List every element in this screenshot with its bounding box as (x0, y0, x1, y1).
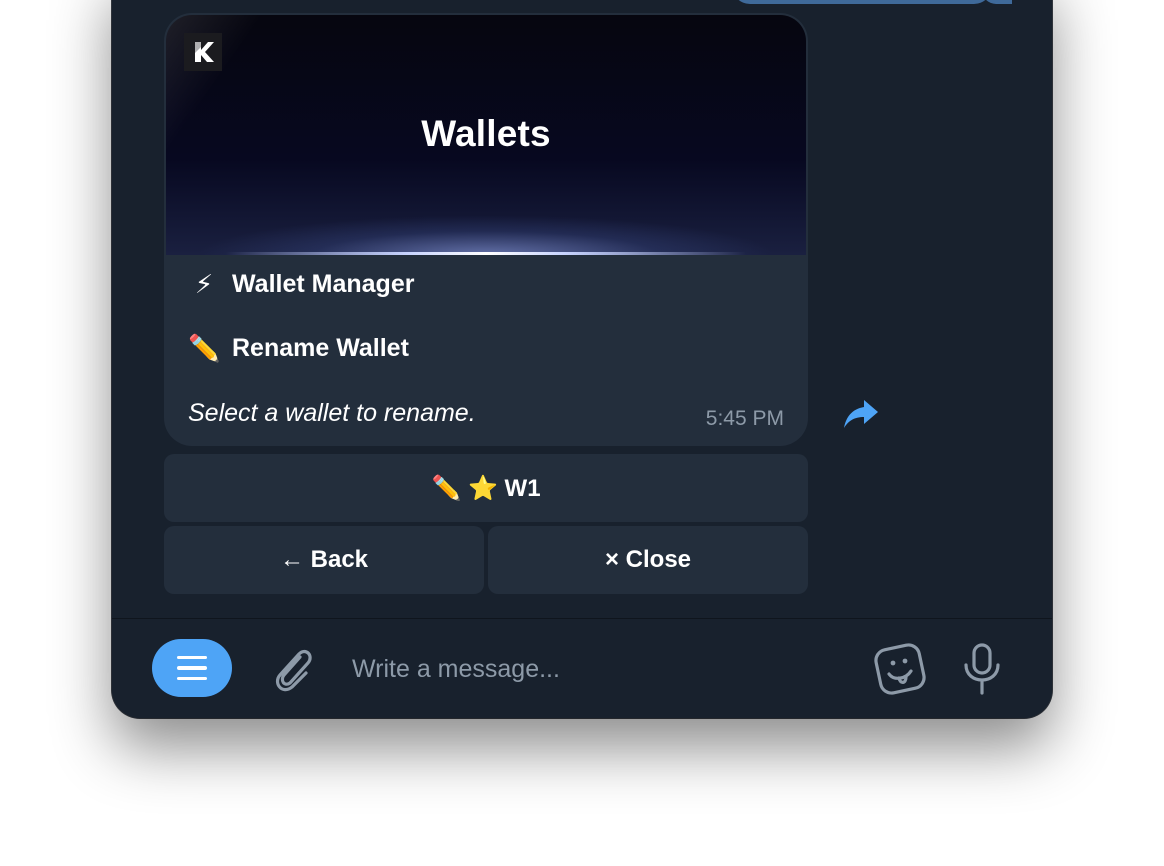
message-input[interactable] (352, 649, 852, 689)
banner-title: Wallets (421, 113, 551, 154)
sticker-emoji-icon[interactable] (872, 641, 928, 697)
wallet-w1-button[interactable]: ✏️ ⭐ W1 (164, 454, 808, 522)
share-icon[interactable] (842, 396, 880, 432)
wallet-manager-text: Wallet Manager (232, 270, 415, 298)
paperclip-icon[interactable] (270, 643, 316, 695)
back-button[interactable]: ← Back (164, 526, 484, 594)
message-composer (112, 618, 1052, 718)
microphone-icon[interactable] (960, 641, 1004, 697)
banner-glow-line (226, 252, 746, 255)
previous-outgoing-message (732, 0, 992, 4)
rename-wallet-text: Rename Wallet (232, 334, 409, 362)
bot-logo-icon (184, 33, 222, 71)
message-timestamp: 5:45 PM (705, 407, 784, 430)
chat-window: Wallets ⚡ Wallet Manager ✏️ Rename Walle… (112, 0, 1052, 718)
pencil-icon: ✏️ (188, 333, 221, 363)
previous-message-tail (982, 0, 1012, 4)
wallets-banner-image[interactable]: Wallets (166, 15, 806, 255)
bot-menu-button[interactable] (152, 639, 232, 697)
select-wallet-prompt: Select a wallet to rename. (188, 399, 476, 427)
rename-wallet-line: ✏️ Rename Wallet (188, 333, 409, 364)
lightning-icon: ⚡ (194, 269, 214, 299)
wallet-manager-line: ⚡ Wallet Manager (188, 269, 415, 300)
bot-message-bubble: Wallets ⚡ Wallet Manager ✏️ Rename Walle… (164, 13, 808, 446)
menu-icon (177, 655, 207, 660)
close-button[interactable]: × Close (488, 526, 808, 594)
